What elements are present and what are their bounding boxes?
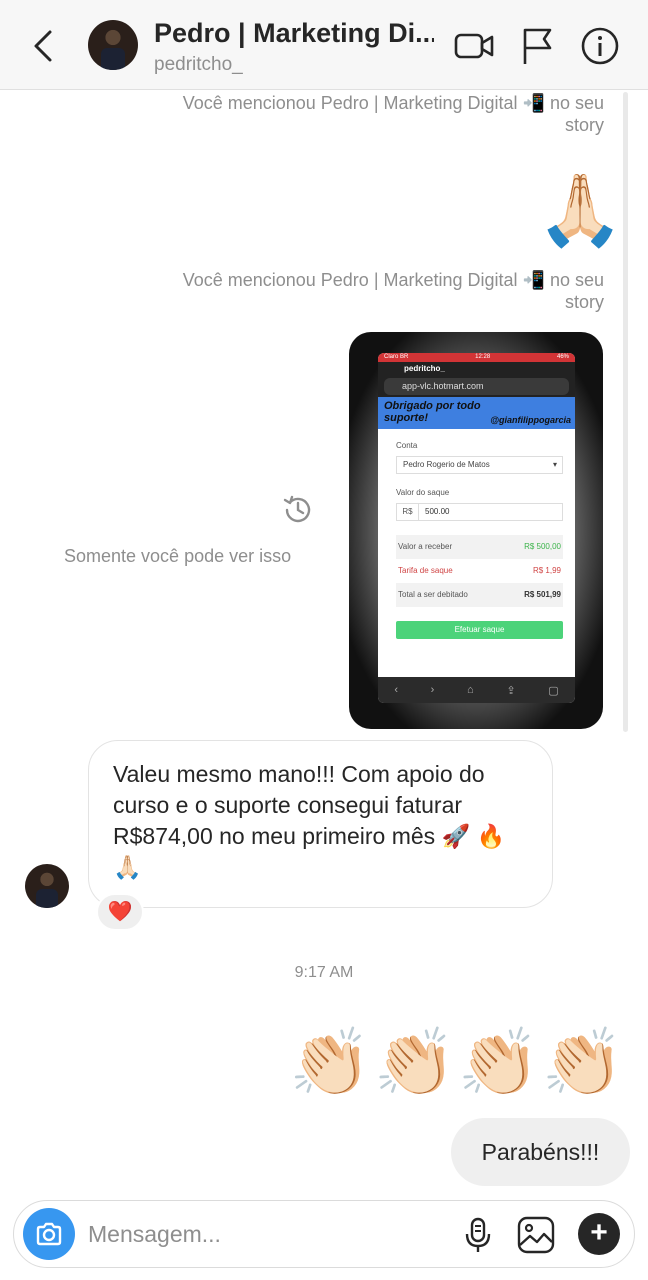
- history-icon: [283, 495, 311, 523]
- clapping-hands-emoji-message[interactable]: 👏🏻👏🏻👏🏻👏🏻: [289, 1020, 626, 1104]
- contact-avatar[interactable]: [88, 20, 138, 70]
- story-banner: Obrigado por todo suporte! @gianfilippog…: [378, 397, 575, 429]
- contact-username[interactable]: pedritcho_: [154, 54, 243, 76]
- row-label: Tarifa de saque: [398, 566, 453, 575]
- sender-avatar[interactable]: [25, 864, 69, 908]
- story-mention-notice: Você mencionou Pedro | Marketing Digital…: [182, 270, 604, 312]
- withdraw-form: Conta Pedro Rogerio de Matos Valor do sa…: [378, 429, 575, 639]
- row-label: Total a ser debitado: [398, 590, 468, 599]
- received-message-bubble[interactable]: Valeu mesmo mano!!! Com apoio do curso e…: [88, 740, 553, 908]
- status-time: 12:28: [475, 354, 491, 360]
- message-input[interactable]: [88, 1215, 448, 1253]
- info-icon[interactable]: [578, 24, 622, 68]
- heart-reaction[interactable]: ❤️: [96, 893, 144, 931]
- amount-field: R$ 500.00: [396, 503, 563, 521]
- row-label: Valor a receber: [398, 542, 453, 551]
- back-arrow-icon[interactable]: [26, 26, 62, 66]
- message-composer: +: [13, 1200, 635, 1268]
- flag-icon[interactable]: [516, 24, 560, 68]
- story-mention-notice: Você mencionou Pedro | Marketing Digital…: [182, 93, 604, 135]
- row-value: R$ 500,00: [524, 542, 561, 551]
- battery-text: 46%: [556, 354, 569, 360]
- banner-text: Obrigado por todo suporte!: [384, 400, 481, 424]
- home-icon: ⌂: [467, 684, 474, 696]
- add-button[interactable]: +: [578, 1213, 620, 1255]
- contact-name[interactable]: Pedro | Marketing Di...: [154, 18, 434, 49]
- video-call-icon[interactable]: [452, 24, 496, 68]
- summary-row: Total a ser debitado R$ 501,99: [396, 583, 563, 607]
- carrier-text: Claro BR: [384, 354, 409, 360]
- row-value: R$ 501,99: [524, 590, 561, 599]
- browser-url-bar: app-vlc.hotmart.com: [378, 375, 575, 397]
- row-value: R$ 1,99: [532, 566, 561, 575]
- nav-forward-icon: ›: [430, 684, 435, 696]
- gallery-icon[interactable]: [516, 1215, 556, 1255]
- story-username: pedritcho_: [378, 362, 575, 375]
- currency-label: R$: [397, 504, 419, 520]
- microphone-icon[interactable]: [458, 1215, 498, 1255]
- chat-header: Pedro | Marketing Di... pedritcho_: [0, 0, 648, 90]
- story-screenshot: Claro BR 12:28 46% pedritcho_ app-vlc.ho…: [378, 353, 575, 703]
- camera-button[interactable]: [23, 1208, 75, 1260]
- summary-row: Valor a receber R$ 500,00: [396, 535, 563, 559]
- nav-back-icon: ‹: [394, 684, 398, 696]
- phone-status-bar: Claro BR 12:28 46%: [378, 353, 575, 362]
- tabs-icon: ▢: [548, 684, 559, 697]
- summary-row: Tarifa de saque R$ 1,99: [396, 559, 563, 583]
- share-icon: ⇪: [506, 684, 516, 697]
- only-you-notice: Somente você pode ver isso: [64, 546, 292, 566]
- sent-message-bubble[interactable]: Parabéns!!!: [451, 1118, 630, 1186]
- camera-icon: [36, 1222, 62, 1246]
- saque-label: Valor do saque: [396, 488, 450, 497]
- url-text: app-vlc.hotmart.com: [384, 377, 569, 395]
- story-preview-card[interactable]: Claro BR 12:28 46% pedritcho_ app-vlc.ho…: [349, 332, 603, 729]
- conta-label: Conta: [396, 441, 418, 450]
- praying-hands-emoji-message[interactable]: 🙏🏻: [537, 170, 624, 250]
- withdraw-button: Efetuar saque: [396, 621, 563, 639]
- message-timestamp: 9:17 AM: [294, 964, 354, 981]
- plus-icon: +: [590, 1216, 608, 1249]
- conta-select: Pedro Rogerio de Matos: [396, 456, 563, 474]
- amount-value: 500.00: [425, 507, 450, 516]
- browser-nav-bar: ‹ › ⌂ ⇪ ▢: [378, 677, 575, 703]
- banner-handle: @gianfilippogarcia: [490, 415, 571, 425]
